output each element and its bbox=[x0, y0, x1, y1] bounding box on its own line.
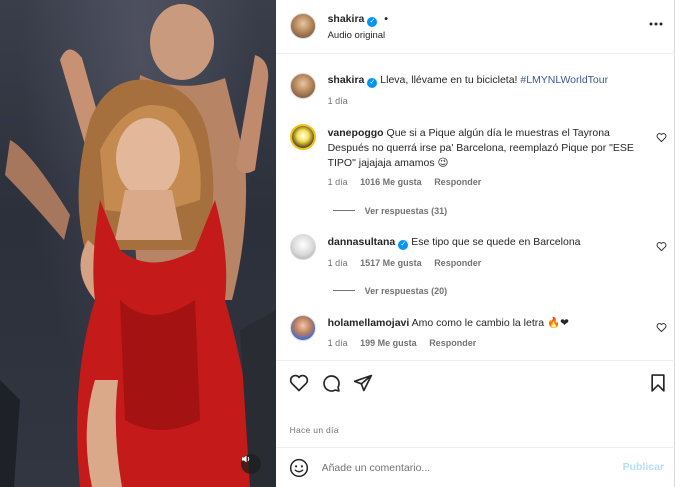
author-username[interactable]: shakira ✓ • bbox=[328, 13, 388, 27]
caption-avatar[interactable] bbox=[289, 73, 316, 99]
comment-meta: 1 día 1016 Me gusta Responder bbox=[328, 177, 492, 187]
comment-username[interactable]: vanepoggo bbox=[328, 127, 384, 139]
author-username-text[interactable]: shakira bbox=[328, 13, 365, 25]
caption-meta: 1 día bbox=[328, 96, 358, 106]
like-comment-heart-icon[interactable] bbox=[656, 132, 667, 143]
comment-likes[interactable]: 199 Me gusta bbox=[360, 338, 417, 348]
comment-composer: Publicar bbox=[275, 447, 675, 487]
mute-toggle-button[interactable] bbox=[241, 454, 261, 474]
comment-input[interactable] bbox=[321, 460, 602, 476]
emoji-icon[interactable] bbox=[289, 458, 309, 478]
header-separator: • bbox=[384, 13, 388, 25]
reply-button[interactable]: Responder bbox=[434, 258, 481, 268]
reply-button[interactable]: Responder bbox=[429, 338, 476, 348]
comment-body: holamellamojavi Amo como le cambio la le… bbox=[328, 316, 646, 331]
save-bookmark-icon[interactable] bbox=[648, 373, 668, 393]
like-heart-icon[interactable] bbox=[289, 373, 309, 393]
comment-username[interactable]: dannasultana bbox=[328, 236, 396, 248]
caption-text: Lleva, llévame en tu bicicleta! bbox=[380, 74, 518, 86]
verified-badge-icon: ✓ bbox=[367, 78, 378, 88]
speaker-icon bbox=[242, 455, 250, 463]
video-player[interactable] bbox=[0, 0, 276, 487]
comment-text: Amo como le cambio la letra 🔥❤ bbox=[411, 317, 569, 329]
view-replies-label[interactable]: Ver respuestas (20) bbox=[365, 286, 448, 296]
instagram-post: shakira ✓ • Audio original shakira ✓ Lleva… bbox=[0, 0, 675, 487]
comment-avatar[interactable] bbox=[289, 124, 316, 150]
comment-username[interactable]: holamellamojavi bbox=[328, 317, 410, 329]
post-timestamp[interactable]: Hace un día bbox=[290, 425, 339, 435]
comment-time: 1 día bbox=[327, 258, 348, 268]
author-avatar[interactable] bbox=[289, 13, 316, 39]
comment-bubble-icon[interactable] bbox=[321, 373, 341, 393]
comment-time: 1 día bbox=[327, 338, 348, 348]
view-replies-button[interactable]: Ver respuestas (31) bbox=[332, 206, 448, 216]
video-frame-illustration bbox=[0, 4, 276, 487]
comment-meta: 1 día 1517 Me gusta Responder bbox=[328, 258, 492, 268]
comment-likes[interactable]: 1016 Me gusta bbox=[360, 177, 422, 187]
publish-button[interactable]: Publicar bbox=[623, 461, 664, 473]
comment-time: 1 día bbox=[327, 177, 348, 187]
verified-badge-icon: ✓ bbox=[367, 17, 378, 27]
comment-avatar[interactable] bbox=[289, 234, 316, 260]
comment-text: Ese tipo que se quede en Barcelona bbox=[411, 236, 581, 248]
comment-meta: 1 día 199 Me gusta Responder bbox=[328, 338, 487, 348]
caption-time: 1 día bbox=[327, 96, 348, 106]
comment-avatar[interactable] bbox=[289, 315, 316, 341]
comment-body: vanepoggo Que si a Pique algún día le mu… bbox=[328, 126, 646, 171]
reply-button[interactable]: Responder bbox=[434, 177, 481, 187]
comment-likes[interactable]: 1517 Me gusta bbox=[360, 258, 422, 268]
caption-hashtag[interactable]: #LMYNLWorldTour bbox=[520, 74, 608, 86]
more-options-icon[interactable] bbox=[648, 17, 664, 34]
audio-label[interactable]: Audio original bbox=[328, 30, 386, 41]
like-comment-heart-icon[interactable] bbox=[656, 241, 667, 252]
view-replies-button[interactable]: Ver respuestas (20) bbox=[332, 286, 448, 296]
caption-username[interactable]: shakira bbox=[328, 74, 365, 86]
view-replies-label[interactable]: Ver respuestas (31) bbox=[365, 206, 448, 216]
post-header: shakira ✓ • Audio original bbox=[275, 0, 675, 54]
share-send-icon[interactable] bbox=[353, 373, 373, 393]
comment-body: dannasultana ✓ Ese tipo que se quede en B… bbox=[328, 235, 646, 250]
post-actions: Hace un día bbox=[275, 360, 675, 446]
caption: shakira ✓ Lleva, llévame en tu bicicleta!… bbox=[328, 73, 658, 88]
like-comment-heart-icon[interactable] bbox=[656, 322, 667, 333]
post-sidebar: shakira ✓ • Audio original shakira ✓ Lleva… bbox=[275, 0, 675, 487]
verified-badge-icon: ✓ bbox=[398, 240, 409, 250]
